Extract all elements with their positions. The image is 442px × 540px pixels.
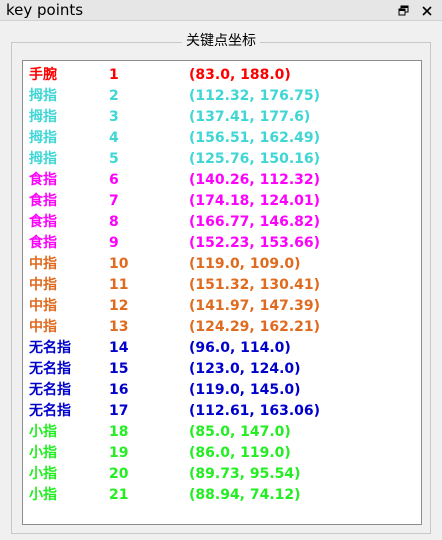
keypoint-finger-name: 拇指 (29, 151, 57, 167)
keypoint-index: 15 (109, 361, 129, 377)
keypoint-coordinate: (89.73, 95.54) (189, 466, 301, 482)
keypoint-row: 食指 9 (152.23, 153.66) (23, 233, 421, 254)
keypoint-row: 中指 13 (124.29, 162.21) (23, 317, 421, 338)
keypoint-index: 6 (109, 172, 119, 188)
keypoints-text-panel[interactable]: 手腕 1 (83.0, 188.0) 拇指 2 (112.32, 176.75) 拇指 3 (1… (22, 60, 422, 525)
keypoint-finger-name: 拇指 (29, 130, 57, 146)
keypoint-coordinate: (156.51, 162.49) (189, 130, 321, 146)
keypoint-finger-name: 食指 (29, 193, 57, 209)
keypoint-row: 拇指 4 (156.51, 162.49) (23, 128, 421, 149)
keypoint-row: 无名指 16 (119.0, 145.0) (23, 380, 421, 401)
keypoint-finger-name: 无名指 (29, 361, 71, 377)
keypoint-row: 小指 19 (86.0, 119.0) (23, 443, 421, 464)
keypoint-row: 拇指 5 (125.76, 150.16) (23, 149, 421, 170)
keypoint-row: 无名指 14 (96.0, 114.0) (23, 338, 421, 359)
keypoint-row: 中指 12 (141.97, 147.39) (23, 296, 421, 317)
keypoint-finger-name: 中指 (29, 256, 57, 272)
keypoint-finger-name: 中指 (29, 319, 57, 335)
keypoint-coordinate: (151.32, 130.41) (189, 277, 321, 293)
keypoint-row: 小指 18 (85.0, 147.0) (23, 422, 421, 443)
keypoint-finger-name: 食指 (29, 235, 57, 251)
keypoint-coordinate: (119.0, 109.0) (189, 256, 301, 272)
keypoint-coordinate: (124.29, 162.21) (189, 319, 321, 335)
keypoint-coordinate: (152.23, 153.66) (189, 235, 321, 251)
keypoint-coordinate: (83.0, 188.0) (189, 67, 291, 83)
keypoint-finger-name: 小指 (29, 424, 57, 440)
keypoint-coordinate: (140.26, 112.32) (189, 172, 321, 188)
keypoint-coordinate: (96.0, 114.0) (189, 340, 291, 356)
keypoint-row: 拇指 2 (112.32, 176.75) (23, 86, 421, 107)
keypoint-row: 中指 11 (151.32, 130.41) (23, 275, 421, 296)
keypoint-coordinate: (119.0, 145.0) (189, 382, 301, 398)
close-icon[interactable] (419, 3, 434, 18)
keypoint-row: 食指 8 (166.77, 146.82) (23, 212, 421, 233)
keypoint-row: 小指 20 (89.73, 95.54) (23, 464, 421, 485)
keypoint-coordinate: (112.32, 176.75) (189, 88, 321, 104)
keypoint-coordinate: (86.0, 119.0) (189, 445, 291, 461)
keypoint-coordinate: (141.97, 147.39) (189, 298, 321, 314)
keypoint-row: 拇指 3 (137.41, 177.6) (23, 107, 421, 128)
keypoint-row: 无名指 15 (123.0, 124.0) (23, 359, 421, 380)
keypoint-finger-name: 无名指 (29, 340, 71, 356)
keypoint-finger-name: 食指 (29, 214, 57, 230)
group-title-label: 关键点坐标 (182, 33, 260, 49)
keypoint-coordinate: (166.77, 146.82) (189, 214, 321, 230)
keypoint-index: 9 (109, 235, 119, 251)
keypoint-finger-name: 中指 (29, 277, 57, 293)
keypoint-finger-name: 小指 (29, 466, 57, 482)
group-title: 关键点坐标 (0, 32, 442, 50)
keypoint-index: 20 (109, 466, 129, 482)
keypoint-row: 食指 7 (174.18, 124.01) (23, 191, 421, 212)
keypoint-index: 7 (109, 193, 119, 209)
keypoint-index: 10 (109, 256, 129, 272)
key-points-dock: key points 关键点坐标 手腕 1 (83.0, 188.0) 拇指 2 (112… (0, 0, 442, 540)
keypoint-finger-name: 小指 (29, 445, 57, 461)
keypoint-index: 16 (109, 382, 129, 398)
keypoint-finger-name: 食指 (29, 172, 57, 188)
keypoint-index: 4 (109, 130, 119, 146)
keypoint-row: 无名指 17 (112.61, 163.06) (23, 401, 421, 422)
dock-title: key points (6, 1, 84, 19)
restore-window-icon[interactable] (396, 3, 411, 18)
keypoint-coordinate: (174.18, 124.01) (189, 193, 321, 209)
keypoint-coordinate: (112.61, 163.06) (189, 403, 321, 419)
keypoint-coordinate: (125.76, 150.16) (189, 151, 321, 167)
keypoint-finger-name: 拇指 (29, 88, 57, 104)
keypoint-finger-name: 小指 (29, 487, 57, 503)
keypoint-index: 11 (109, 277, 129, 293)
keypoint-finger-name: 中指 (29, 298, 57, 314)
keypoint-finger-name: 无名指 (29, 403, 71, 419)
keypoint-index: 14 (109, 340, 129, 356)
keypoint-index: 8 (109, 214, 119, 230)
keypoint-coordinate: (88.94, 74.12) (189, 487, 301, 503)
keypoint-row: 手腕 1 (83.0, 188.0) (23, 65, 421, 86)
keypoint-index: 13 (109, 319, 129, 335)
keypoint-index: 5 (109, 151, 119, 167)
keypoint-index: 21 (109, 487, 129, 503)
keypoint-index: 18 (109, 424, 129, 440)
keypoint-row: 小指 21 (88.94, 74.12) (23, 485, 421, 506)
keypoint-index: 12 (109, 298, 129, 314)
keypoint-index: 1 (109, 67, 119, 83)
keypoint-finger-name: 拇指 (29, 109, 57, 125)
keypoint-finger-name: 无名指 (29, 382, 71, 398)
keypoint-index: 19 (109, 445, 129, 461)
keypoint-coordinate: (85.0, 147.0) (189, 424, 291, 440)
keypoint-finger-name: 手腕 (29, 67, 57, 83)
keypoint-coordinate: (123.0, 124.0) (189, 361, 301, 377)
keypoint-row: 食指 6 (140.26, 112.32) (23, 170, 421, 191)
keypoint-row: 中指 10 (119.0, 109.0) (23, 254, 421, 275)
keypoint-index: 17 (109, 403, 129, 419)
keypoint-index: 2 (109, 88, 119, 104)
dock-title-bar[interactable]: key points (0, 0, 442, 21)
keypoint-index: 3 (109, 109, 119, 125)
keypoint-coordinate: (137.41, 177.6) (189, 109, 311, 125)
